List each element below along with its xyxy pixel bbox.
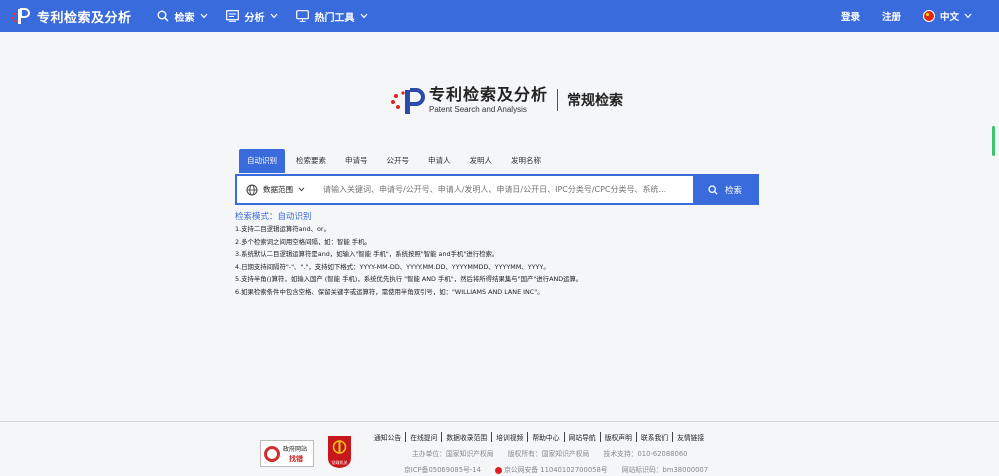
icp-text[interactable]: 京ICP备05069085号-14 (404, 466, 481, 474)
brand-logo-icon (11, 8, 30, 24)
footer-link[interactable]: 友情链接 (673, 432, 708, 442)
brand-name: 专利检索及分析 (37, 10, 132, 26)
china-flag-icon (922, 10, 935, 22)
footer-link[interactable]: 联系我们 (637, 432, 674, 442)
footer-info-row: 主办单位：国家知识产权局 版权所有：国家知识产权局 技术支持：010-62088… (412, 448, 699, 458)
search-icon (157, 10, 169, 22)
language-label: 中文 (939, 12, 959, 23)
tip-item: 2.多个检索词之间用空格间隔，如：智能 手机。 (235, 237, 371, 246)
footer: 政府网站 找错 党政机关 通知公告 在线提问 数据收录范围 培训视频 帮助中心 … (0, 421, 999, 476)
footer-link[interactable]: 数据收录范围 (442, 432, 493, 442)
tip-item: 1.支持二目逻辑运算符and、or。 (235, 225, 330, 233)
footer-link[interactable]: 帮助中心 (528, 432, 565, 442)
tech-support-text: 技术支持：010-62088060 (603, 450, 688, 458)
main-nav: 检索 分析 热门工具 (157, 9, 386, 24)
tab-publication-number[interactable]: 公开号 (379, 149, 418, 173)
tip-item: 3.系统默认二目逻辑运算符是and，如输入"智能 手机"，系统按照"智能 and… (235, 250, 499, 259)
tip-item: 5.支持半角()算符，如输入国产 (智能 手机)，系统优先执行 "智能 AND … (235, 275, 583, 284)
top-navbar: 专利检索及分析 检索 分析 热门工具 登录 注册 中文 (0, 0, 999, 32)
chevron-down-icon (200, 13, 207, 19)
monitor-icon (295, 10, 309, 22)
footer-link[interactable]: 通知公告 (374, 432, 407, 442)
globe-icon (246, 184, 258, 195)
gov-site-error-badge[interactable]: 政府网站 找错 (260, 440, 314, 467)
language-switcher[interactable]: 中文 (922, 9, 972, 23)
chevron-down-icon (298, 187, 305, 192)
search-type-tabs: 自动识别 检索要素 申请号 公开号 申请人 发明人 发明名称 (239, 149, 552, 173)
copyright-text: 版权所有：国家知识产权局 (507, 450, 590, 458)
footer-links: 通知公告 在线提问 数据收录范围 培训视频 帮助中心 网站导航 版权声明 联系我… (374, 432, 708, 442)
badge-subtitle: 找错 (289, 455, 303, 463)
nav-search[interactable]: 检索 (157, 9, 208, 24)
analysis-icon (225, 10, 239, 22)
search-button[interactable]: 检索 (693, 176, 757, 203)
magnifier-icon (264, 446, 280, 462)
data-scope-label: 数据范围 (263, 185, 293, 194)
police-record[interactable]: 京公网安备 11040102700058号 (495, 466, 608, 474)
search-mode-label: 检索模式：自动识别 (235, 212, 312, 222)
scroll-indicator[interactable] (992, 126, 995, 156)
nav-tools[interactable]: 热门工具 (295, 9, 368, 24)
police-text: 京公网安备 11040102700058号 (504, 466, 608, 474)
brand[interactable]: 专利检索及分析 (10, 7, 132, 26)
chevron-down-icon (270, 13, 277, 19)
tip-item: 6.如果检索条件中包含空格、保留关键字或运算符，需使用半角双引号，如："WILL… (235, 287, 544, 296)
tab-application-number[interactable]: 申请号 (337, 149, 376, 173)
patent-emblem-icon (391, 88, 425, 114)
search-tips: 1.支持二目逻辑运算符and、or。 2.多个检索词之间用空格间隔，如：智能 手… (235, 223, 582, 299)
hero-logo: 专利检索及分析 Patent Search and Analysis 常规检索 (388, 84, 623, 116)
chevron-down-icon (964, 13, 972, 19)
footer-link[interactable]: 在线提问 (406, 432, 443, 442)
divider (557, 89, 559, 111)
search-icon (708, 184, 718, 195)
hero-title: 专利检索及分析 (429, 84, 549, 104)
nav-analysis-label: 分析 (244, 12, 265, 24)
police-badge-icon (495, 466, 503, 474)
badge-title: 政府网站 (283, 446, 308, 453)
footer-link[interactable]: 版权声明 (601, 432, 637, 442)
tab-applicant[interactable]: 申请人 (420, 149, 459, 173)
footer-registration-row: 京ICP备05069085号-14 京公网安备 11040102700058号 … (404, 464, 720, 474)
search-button-label: 检索 (724, 185, 742, 196)
chevron-down-icon (360, 13, 367, 19)
hero-text: 专利检索及分析 Patent Search and Analysis (429, 84, 549, 115)
site-code-text: 网站标识码：bm38000007 (621, 466, 709, 474)
tab-search-elements[interactable]: 检索要素 (288, 149, 334, 173)
login-link[interactable]: 登录 (841, 9, 860, 23)
party-gov-badge[interactable]: 党政机关 (326, 435, 353, 469)
hero-mode: 常规检索 (567, 93, 624, 109)
tab-auto-detect[interactable]: 自动识别 (239, 149, 285, 173)
search-bar: 数据范围 检索 (235, 174, 759, 205)
tab-invention-title[interactable]: 发明名称 (503, 149, 549, 173)
footer-link[interactable]: 培训视频 (492, 432, 529, 442)
nav-analysis[interactable]: 分析 (225, 9, 278, 24)
sponsor-text: 主办单位：国家知识产权局 (412, 450, 494, 458)
search-input[interactable] (315, 176, 685, 203)
footer-link[interactable]: 网站导航 (565, 432, 601, 442)
tip-item: 4.日期支持间隔符"-"、"."，支持如下格式：YYYY-MM-DD、YYYY.… (235, 262, 550, 271)
nav-tools-label: 热门工具 (314, 12, 355, 24)
register-link[interactable]: 注册 (882, 9, 901, 23)
badge2-label: 党政机关 (331, 460, 348, 465)
tab-inventor[interactable]: 发明人 (462, 149, 501, 173)
nav-search-label: 检索 (174, 12, 195, 24)
data-scope-select[interactable]: 数据范围 (237, 176, 315, 203)
user-actions: 登录 注册 中文 (841, 0, 999, 32)
hero-subtitle: Patent Search and Analysis (429, 104, 527, 114)
